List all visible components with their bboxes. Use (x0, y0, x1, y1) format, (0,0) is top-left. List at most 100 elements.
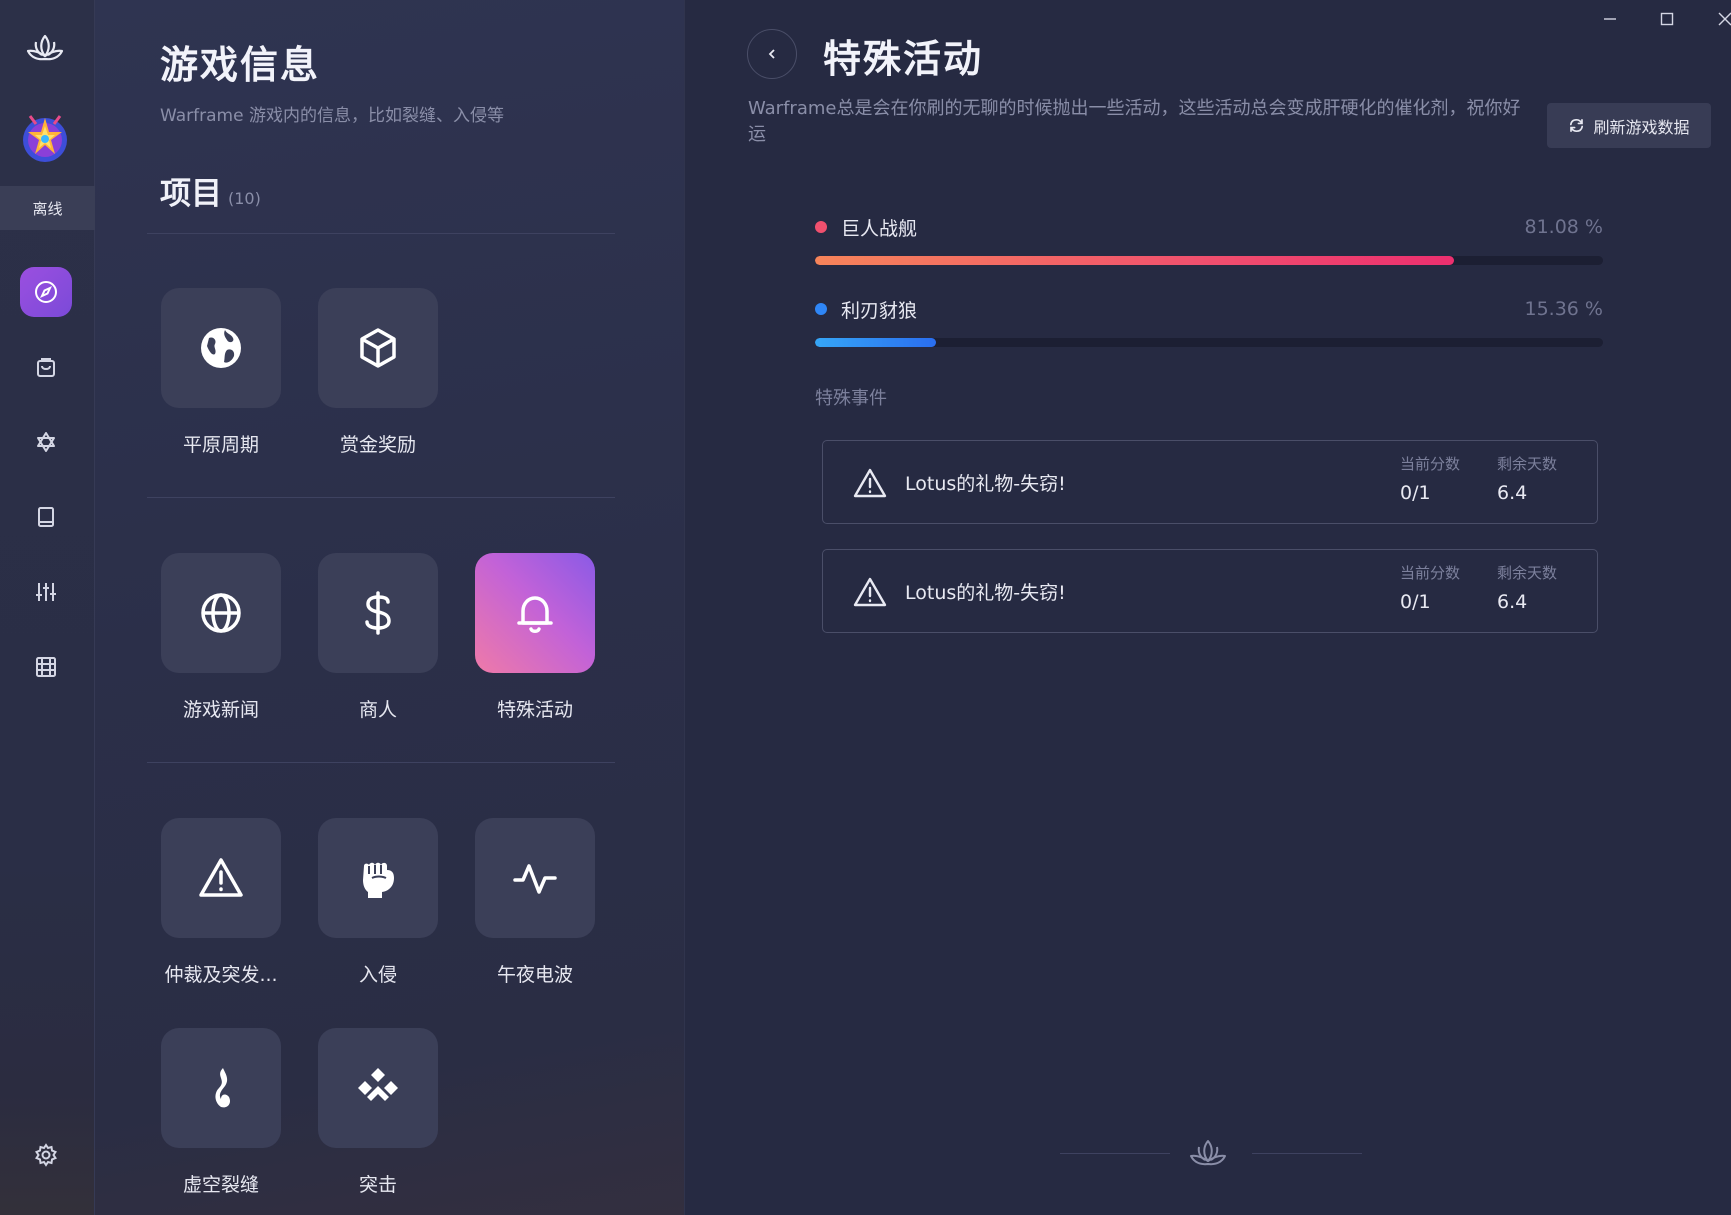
tile-icon-box (161, 1028, 281, 1148)
chevron-left-icon (768, 49, 775, 59)
tile-label: 商人 (358, 699, 397, 721)
compass-icon (35, 281, 57, 303)
event-name: Lotus的礼物-失窃! (905, 473, 1066, 495)
lotus-footer-icon (1190, 1140, 1226, 1166)
progress-percent: 81.08 % (1524, 216, 1604, 238)
refresh-data-button[interactable]: 刷新游戏数据 (1547, 103, 1711, 148)
special-events-panel: 特殊活动 Warframe总是会在你刷的无聊的时候抛出一些活动，这些活动总会变成… (685, 0, 1731, 1215)
tile-icon-box (318, 818, 438, 938)
tile-bounty-rewards[interactable]: 赏金奖励 (318, 288, 438, 457)
bell-icon (517, 596, 553, 633)
tile-label: 游戏新闻 (182, 699, 259, 721)
world-icon (201, 593, 241, 633)
bag-icon (37, 358, 55, 377)
tile-icon-box (318, 288, 438, 408)
score-value: 0/1 (1400, 482, 1431, 504)
pulse-icon (513, 864, 557, 894)
book-icon (38, 507, 54, 527)
close-icon (1718, 12, 1731, 26)
nav-shop[interactable] (20, 342, 72, 392)
tile-icon-box (161, 553, 281, 673)
event-score: 当前分数 0/1 (1400, 562, 1460, 613)
status-dot (815, 221, 827, 233)
nav-tools[interactable] (20, 567, 72, 617)
progress-track (815, 256, 1603, 265)
progress-item: 巨人战舰 81.08 % (815, 212, 1603, 265)
tile-icon-box (318, 1028, 438, 1148)
flame-icon (215, 1068, 231, 1108)
game-info-panel: 游戏信息 Warframe 游戏内的信息，比如裂缝、入侵等 项目 (10) 平原周… (95, 0, 685, 1215)
tile-merchant[interactable]: 商人 (318, 553, 438, 722)
days-label: 剩余天数 (1497, 564, 1558, 582)
section-title: 项目 (10) (160, 168, 261, 213)
progress-track (815, 338, 1603, 347)
divider (147, 762, 615, 763)
event-days: 剩余天数 6.4 (1497, 453, 1557, 504)
page-subtitle: Warframe 游戏内的信息，比如裂缝、入侵等 (160, 106, 504, 126)
divider (147, 233, 615, 234)
footer-divider (1252, 1153, 1362, 1154)
event-name: Lotus的礼物-失窃! (905, 582, 1066, 604)
avatar[interactable] (20, 110, 70, 164)
tile-void-fissures[interactable]: 虚空裂缝 (161, 1028, 281, 1197)
event-score: 当前分数 0/1 (1400, 453, 1460, 504)
tile-label: 平原周期 (182, 434, 259, 456)
score-label: 当前分数 (1400, 455, 1461, 473)
back-button[interactable] (747, 29, 797, 79)
maximize-icon (1660, 12, 1674, 26)
nav-explore[interactable] (20, 267, 72, 317)
nav-media[interactable] (20, 642, 72, 692)
tile-plains-cycle[interactable]: 平原周期 (161, 288, 281, 457)
tile-icon-box (161, 288, 281, 408)
detail-description: Warframe总是会在你刷的无聊的时候抛出一些活动，这些活动总会变成肝硬化的催… (748, 98, 1521, 145)
days-value: 6.4 (1497, 482, 1528, 504)
assault-icon (358, 1068, 398, 1101)
globe-icon (201, 328, 241, 368)
minimize-icon (1604, 18, 1616, 20)
warning-icon (853, 468, 887, 498)
sliders-icon (36, 583, 56, 601)
maximize-button[interactable] (1647, 6, 1687, 32)
settings-button[interactable] (20, 1130, 72, 1180)
event-card[interactable]: Lotus的礼物-失窃! 当前分数 0/1 剩余天数 6.4 (822, 440, 1598, 524)
tile-label: 虚空裂缝 (182, 1174, 259, 1196)
event-card[interactable]: Lotus的礼物-失窃! 当前分数 0/1 剩余天数 6.4 (822, 549, 1598, 633)
progress-fill (815, 256, 1454, 265)
days-label: 剩余天数 (1497, 455, 1558, 473)
days-value: 6.4 (1497, 591, 1528, 613)
progress-item: 利刃豺狼 15.36 % (815, 294, 1603, 347)
events-section-label: 特殊事件 (815, 388, 887, 409)
refresh-icon (1570, 118, 1584, 133)
tile-game-news[interactable]: 游戏新闻 (161, 553, 281, 722)
status-dot (815, 303, 827, 315)
progress-name: 利刃豺狼 (841, 299, 918, 322)
tile-label: 赏金奖励 (339, 434, 416, 456)
score-value: 0/1 (1400, 591, 1431, 613)
close-button[interactable] (1705, 6, 1731, 32)
tile-arbitration[interactable]: 仲裁及突发... (161, 818, 281, 987)
nav-relics[interactable] (20, 417, 72, 467)
detail-title: 特殊活动 (823, 37, 984, 81)
footer-divider (1060, 1153, 1170, 1154)
progress-name: 巨人战舰 (841, 217, 918, 240)
tile-label: 入侵 (358, 964, 397, 986)
progress-fill (815, 338, 937, 347)
page-title: 游戏信息 (160, 43, 321, 87)
warning-icon (853, 577, 887, 607)
tile-nightwave[interactable]: 午夜电波 (475, 818, 595, 987)
progress-percent: 15.36 % (1524, 298, 1604, 320)
nav-codex[interactable] (20, 492, 72, 542)
score-label: 当前分数 (1400, 564, 1461, 582)
tile-label: 午夜电波 (496, 964, 573, 986)
tile-label: 突击 (358, 1174, 397, 1196)
tile-icon-box (161, 818, 281, 938)
warning-icon (199, 858, 243, 897)
event-days: 剩余天数 6.4 (1497, 562, 1557, 613)
tile-special-events[interactable]: 特殊活动 (475, 553, 595, 722)
tile-icon-box (318, 553, 438, 673)
dollar-icon (365, 591, 391, 635)
minimize-button[interactable] (1590, 6, 1630, 32)
tile-sortie[interactable]: 突击 (318, 1028, 438, 1197)
tile-invasion[interactable]: 入侵 (318, 818, 438, 987)
tile-icon-box (475, 553, 595, 673)
